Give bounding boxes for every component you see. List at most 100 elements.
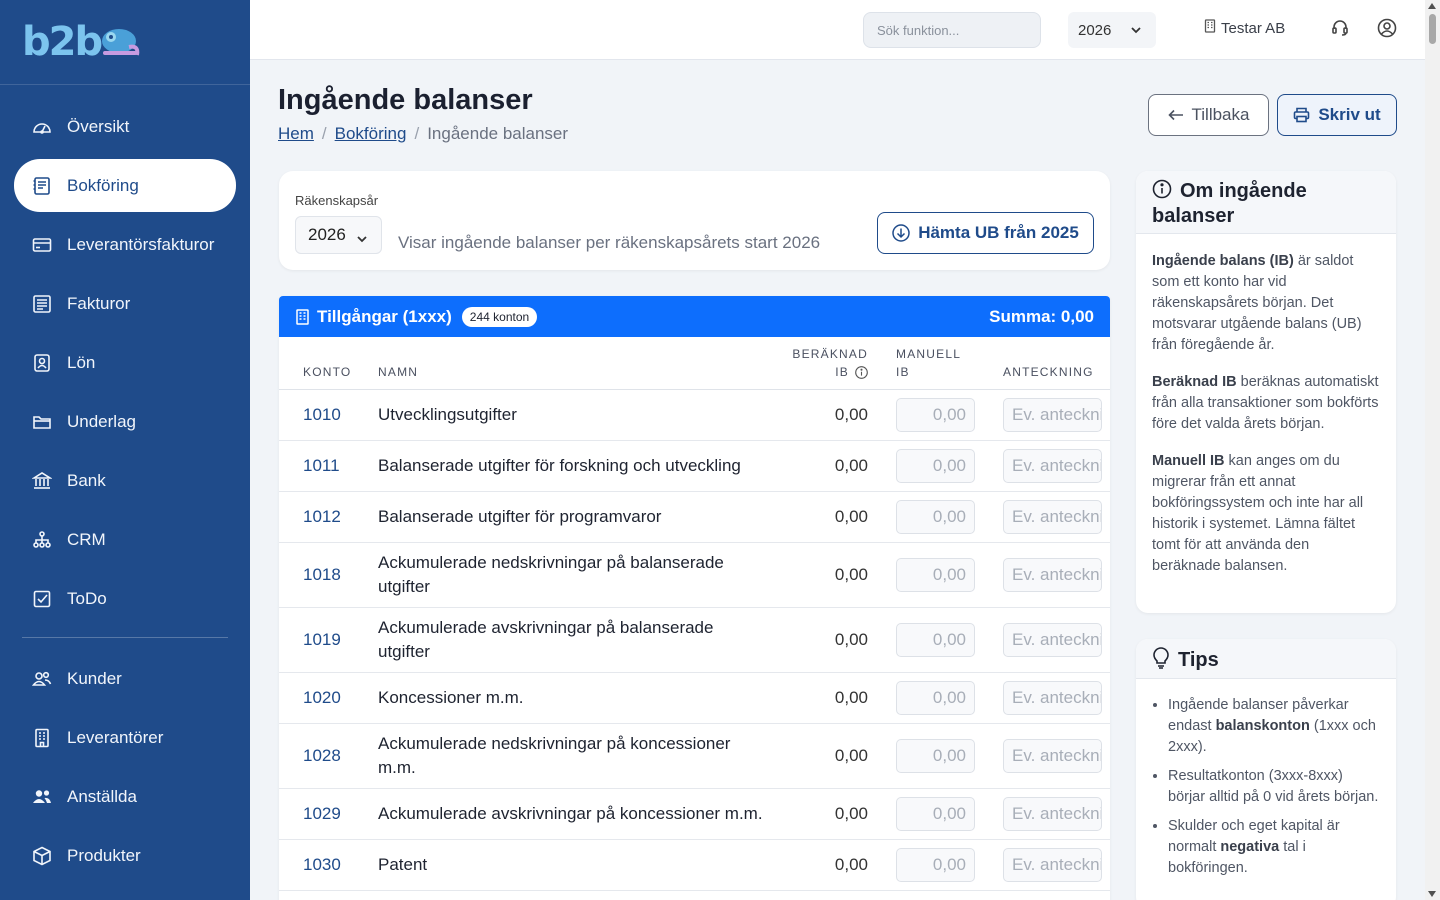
scroll-up-arrow[interactable] — [1428, 3, 1436, 9]
calculated-ib: 0,00 — [834, 405, 868, 424]
scroll-thumb[interactable] — [1429, 14, 1436, 44]
sidebar-item-leverantorer[interactable]: Leverantörer — [14, 711, 236, 764]
app-logo[interactable]: b2b — [22, 19, 141, 65]
manual-ib-input[interactable] — [896, 739, 975, 773]
account-name: Ackumulerade avskrivningar på koncession… — [378, 804, 763, 823]
manual-ib-input[interactable] — [896, 848, 975, 882]
fiscal-year-select[interactable]: 2026 — [295, 216, 382, 254]
account-number[interactable]: 1030 — [303, 855, 341, 875]
info-card-body: Ingående balans (IB) är saldot som ett k… — [1136, 234, 1396, 610]
print-button[interactable]: Skriv ut — [1277, 94, 1397, 136]
back-button[interactable]: Tillbaka — [1148, 94, 1269, 136]
account-name: Ackumulerade nedskrivningar på balansera… — [378, 553, 724, 596]
search-input[interactable] — [863, 12, 1041, 48]
sidebar-item-crm[interactable]: CRM — [14, 513, 236, 566]
note-input[interactable] — [1003, 398, 1102, 432]
tip-item: Resultatkonton (3xxx-8xxx) börjar alltid… — [1168, 766, 1380, 808]
sidebar-item-bank[interactable]: Bank — [14, 454, 236, 507]
company-name: Testar AB — [1221, 19, 1286, 37]
manual-ib-input[interactable] — [896, 449, 975, 483]
sidebar-item-bokforing[interactable]: Bokföring — [14, 159, 236, 212]
sidebar-item-label: Översikt — [67, 116, 130, 136]
manual-ib-input[interactable] — [896, 500, 975, 534]
note-input[interactable] — [1003, 500, 1102, 534]
info-term: Ingående balans (IB) — [1152, 253, 1294, 269]
table-header-bar: Tillgångar (1xxx) 244 konton Summa: 0,00 — [279, 296, 1110, 337]
sidebar-item-label: Produkter — [67, 845, 141, 865]
sidebar-item-anstallda[interactable]: Anställda — [14, 770, 236, 823]
assets-table-card: Tillgångar (1xxx) 244 konton Summa: 0,00… — [279, 296, 1110, 900]
sidebar-item-leverantorsfakturor[interactable]: Leverantörsfakturor — [14, 218, 236, 271]
company-selector[interactable]: Testar AB — [1204, 19, 1285, 37]
account-number[interactable]: 1028 — [303, 746, 341, 766]
fiscal-year-card: Räkenskapsår 2026 Visar ingående balanse… — [279, 171, 1110, 270]
sidebar-item-label: CRM — [67, 529, 106, 549]
tip-emphasis: balanskonton — [1215, 718, 1310, 734]
info-term: Manuell IB — [1152, 453, 1225, 469]
tip-item: Ingående balanser påverkar endast balans… — [1168, 695, 1380, 758]
column-header-beraknad-line2: IB — [835, 365, 849, 379]
user-account-icon[interactable] — [1377, 18, 1397, 43]
account-number[interactable]: 1011 — [303, 456, 340, 476]
account-number[interactable]: 1010 — [303, 405, 341, 425]
manual-ib-input[interactable] — [896, 797, 975, 831]
note-input[interactable] — [1003, 848, 1102, 882]
chevron-down-icon — [356, 230, 368, 250]
account-name: Ackumulerade nedskrivningar på koncessio… — [378, 734, 731, 777]
account-number[interactable]: 1029 — [303, 804, 341, 824]
table-row: 1018 Ackumulerade nedskrivningar på bala… — [279, 543, 1110, 608]
note-input[interactable] — [1003, 739, 1102, 773]
calculated-ib: 0,00 — [834, 804, 868, 823]
credit-card-icon — [32, 235, 52, 255]
manual-ib-input[interactable] — [896, 623, 975, 657]
sidebar-item-todo[interactable]: ToDo — [14, 572, 236, 625]
building-icon — [32, 728, 52, 748]
column-header-beraknad: BERÄKNAD IB — [792, 347, 868, 379]
sidebar-item-label: Bokföring — [67, 175, 139, 195]
table-row: 1010 Utvecklingsutgifter 0,00 — [279, 390, 1110, 441]
manual-ib-input[interactable] — [896, 681, 975, 715]
sidebar-item-lon[interactable]: Lön — [14, 336, 236, 389]
table-row: 1019 Ackumulerade avskrivningar på balan… — [279, 608, 1110, 673]
scroll-down-arrow[interactable] — [1428, 891, 1436, 897]
breadcrumb: Hem / Bokföring / Ingående balanser — [278, 124, 568, 144]
arrow-left-icon — [1167, 109, 1183, 121]
headset-icon[interactable] — [1331, 18, 1349, 41]
breadcrumb-link-bokforing[interactable]: Bokföring — [335, 124, 407, 144]
bank-icon — [32, 471, 52, 491]
sidebar-item-produkter[interactable]: Produkter — [14, 829, 236, 882]
info-paragraph: Manuell IB kan anges om du migrerar från… — [1152, 451, 1380, 577]
column-header-beraknad-line1: BERÄKNAD — [792, 347, 868, 361]
note-input[interactable] — [1003, 681, 1102, 715]
sidebar-item-oversikt[interactable]: Översikt — [14, 100, 236, 153]
breadcrumb-link-hem[interactable]: Hem — [278, 124, 314, 144]
table-row: 1030 Patent 0,00 — [279, 840, 1110, 891]
account-number[interactable]: 1020 — [303, 688, 341, 708]
people-fill-icon — [32, 787, 52, 807]
sidebar-item-fakturor[interactable]: Fakturor — [14, 277, 236, 330]
page-scrollbar[interactable] — [1425, 0, 1440, 900]
column-header-manuell-line1: MANUELL — [896, 347, 962, 361]
account-number[interactable]: 1012 — [303, 507, 341, 527]
note-input[interactable] — [1003, 623, 1102, 657]
tips-list: Ingående balanser påverkar endast balans… — [1136, 679, 1396, 879]
fetch-ub-button[interactable]: Hämta UB från 2025 — [877, 212, 1094, 254]
account-number[interactable]: 1019 — [303, 630, 341, 650]
account-number[interactable]: 1018 — [303, 565, 341, 585]
tips-card-title: Tips — [1178, 649, 1219, 671]
manual-ib-input[interactable] — [896, 558, 975, 592]
tips-card-header: Tips — [1136, 639, 1396, 679]
sidebar: b2b Översikt Bokföring Leverantörsfaktur… — [0, 0, 250, 900]
tip-emphasis: negativa — [1220, 839, 1280, 855]
note-input[interactable] — [1003, 558, 1102, 592]
download-circle-icon — [892, 224, 910, 242]
note-input[interactable] — [1003, 449, 1102, 483]
building-icon — [1204, 19, 1216, 37]
note-input[interactable] — [1003, 797, 1102, 831]
sidebar-item-kunder[interactable]: Kunder — [14, 652, 236, 705]
year-select[interactable]: 2026 — [1068, 12, 1156, 48]
sidebar-item-label: Kunder — [67, 668, 122, 688]
info-paragraph: Ingående balans (IB) är saldot som ett k… — [1152, 251, 1380, 356]
sidebar-item-underlag[interactable]: Underlag — [14, 395, 236, 448]
manual-ib-input[interactable] — [896, 398, 975, 432]
